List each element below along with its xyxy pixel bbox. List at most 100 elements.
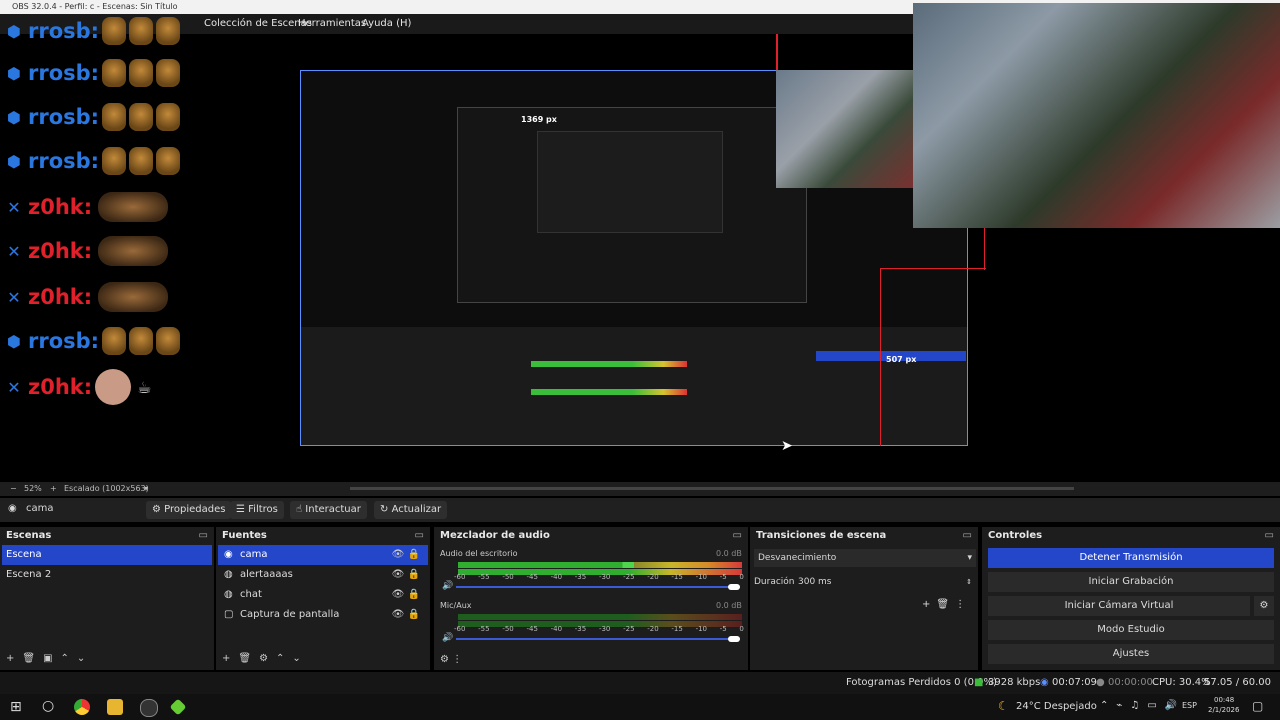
emote	[102, 17, 127, 45]
sources-footer-icons[interactable]: +🗑⚙⌃⌄	[222, 653, 309, 664]
transition-footer-icons[interactable]: +🗑⋮	[922, 599, 971, 610]
chrome-icon[interactable]	[74, 699, 90, 715]
sub-badge-icon: ⬢	[7, 107, 21, 127]
scale-label[interactable]: Escalado (1002x563)	[64, 482, 149, 496]
minus-icon[interactable]: −	[10, 482, 17, 496]
volume-meter	[458, 562, 742, 568]
scene-item[interactable]: Escena	[2, 545, 212, 565]
meter-scale: -60 -55 -50 -45 -40 -35 -30 -25 -20 -15 -10 -5 0	[454, 573, 744, 581]
source-item[interactable]: ◍ chat 👁 🔒	[218, 585, 428, 605]
visibility-lock-icons[interactable]: 👁 🔒	[392, 585, 420, 605]
spin-arrows-icon[interactable]: ⇕	[966, 573, 972, 591]
volume-slider[interactable]	[456, 638, 740, 640]
plus-icon[interactable]: +	[50, 482, 57, 496]
sources-title: Fuentes	[222, 530, 267, 541]
emote	[95, 369, 132, 405]
emote	[156, 17, 181, 45]
nested-preview-deep	[537, 131, 723, 233]
duration-spinbox[interactable]: 300 ms ⇕	[794, 573, 976, 591]
clock-time[interactable]: 00:48	[1214, 696, 1234, 704]
sword-badge-icon: ✕	[7, 197, 21, 217]
chat-username: rrosb:	[28, 329, 100, 353]
coffee-icon: ☕	[137, 377, 152, 397]
source-item[interactable]: ▢ Captura de pantalla 👁 🔒	[218, 605, 428, 625]
source-item[interactable]: ◍ alertaaaas 👁 🔒	[218, 565, 428, 585]
start-recording-button[interactable]: Iniciar Grabación	[988, 572, 1274, 592]
emote	[98, 192, 169, 222]
visibility-lock-icons[interactable]: 👁 🔒	[392, 545, 420, 565]
refresh-button[interactable]: ↻ Actualizar	[374, 501, 448, 519]
properties-button[interactable]: ⚙ Propiedades	[146, 501, 232, 519]
camera-feed-nested	[776, 70, 913, 188]
gear-icon[interactable]: ⚙	[1254, 596, 1274, 616]
volume-slider[interactable]	[456, 586, 740, 588]
scale-tick: -30	[598, 625, 611, 633]
language-indicator[interactable]: ESP	[1182, 701, 1197, 710]
speaker-icon[interactable]: 🔊	[442, 581, 453, 591]
settings-button[interactable]: Ajustes	[988, 644, 1274, 664]
scenes-title: Escenas	[6, 530, 52, 541]
dock-menu-icon[interactable]: ▭	[963, 527, 972, 544]
chat-line: ⬢ rrosb:	[4, 96, 181, 138]
emote	[156, 59, 181, 87]
tray-icons[interactable]: ⌃⌁♫▭🔊	[1100, 700, 1185, 711]
volume-slider-knob[interactable]	[728, 636, 740, 642]
menu-tools[interactable]: Herramientas	[298, 14, 366, 34]
scale-tick: -45	[526, 625, 538, 633]
guide-line	[880, 268, 881, 446]
scale-tick: -10	[695, 573, 707, 581]
scene-item[interactable]: Escena 2	[2, 565, 212, 585]
horizontal-scrollbar[interactable]	[350, 487, 1074, 490]
sources-header: Fuentes ▭	[216, 527, 430, 544]
emote	[102, 103, 127, 131]
sub-badge-icon: ⬢	[7, 151, 21, 171]
chat-line: ✕ z0hk:	[4, 230, 169, 272]
emote	[102, 327, 127, 355]
source-item[interactable]: ◉ cama 👁 🔒	[218, 545, 428, 565]
mouse-cursor-icon: ➤	[781, 438, 793, 454]
filters-button[interactable]: ☰ Filtros	[230, 501, 284, 519]
windows-start-icon[interactable]: ⊞	[10, 699, 22, 715]
chat-username: z0hk:	[28, 239, 93, 263]
transition-select[interactable]: Desvanecimiento ▾	[754, 549, 976, 567]
scenes-dock: Escenas ▭ Escena Escena 2 +🗑▣⌃⌄	[0, 527, 214, 670]
measure-label-right: 507 px	[886, 355, 917, 364]
dock-menu-icon[interactable]: ▭	[415, 527, 424, 544]
studio-mode-button[interactable]: Modo Estudio	[988, 620, 1274, 640]
stop-stream-button[interactable]: Detener Transmisión	[988, 548, 1274, 568]
dock-menu-icon[interactable]: ▭	[733, 527, 742, 544]
chevron-down-icon: ▾	[967, 553, 972, 563]
preview-zoom-bar: − 52% + Escalado (1002x563) ▾	[0, 482, 1280, 496]
obs-icon[interactable]	[140, 699, 158, 717]
refresh-label: Actualizar	[391, 504, 442, 515]
app-icon[interactable]	[169, 698, 187, 716]
dock-menu-icon[interactable]: ▭	[199, 527, 208, 544]
notification-icon[interactable]: ▢	[1252, 699, 1263, 713]
channel-name: Mic/Aux	[440, 601, 472, 610]
dock-menu-icon[interactable]: ▭	[1265, 527, 1274, 544]
visibility-lock-icons[interactable]: 👁 🔒	[392, 605, 420, 625]
menu-help[interactable]: Ayuda (H)	[362, 14, 411, 34]
volume-slider-knob[interactable]	[728, 584, 740, 590]
interact-button[interactable]: ☝ Interactuar	[290, 501, 367, 519]
speaker-icon[interactable]: 🔊	[442, 633, 453, 643]
search-icon[interactable]: ○	[42, 698, 54, 714]
zoom-level: 52%	[24, 484, 42, 493]
scenes-footer-icons[interactable]: +🗑▣⌃⌄	[6, 653, 93, 664]
meter-scale: -60 -55 -50 -45 -40 -35 -30 -25 -20 -15 -10 -5 0	[454, 625, 744, 633]
emote	[129, 103, 154, 131]
scale-tick: 0	[739, 625, 744, 633]
menu-scene-collection[interactable]: Colección de Escenas	[204, 14, 312, 34]
cpu-usage: CPU: 30.4%	[1152, 677, 1211, 688]
emote	[129, 17, 154, 45]
visibility-lock-icons[interactable]: 👁 🔒	[392, 565, 420, 585]
mixer-footer-icons[interactable]: ⚙ ⋮	[440, 654, 462, 665]
file-explorer-icon[interactable]	[107, 699, 123, 715]
clock-date[interactable]: 2/1/2026	[1208, 706, 1239, 714]
scale-tick: -25	[623, 625, 635, 633]
weather-moon-icon: ☾	[998, 699, 1009, 713]
start-virtualcam-button[interactable]: Iniciar Cámara Virtual	[988, 596, 1250, 616]
dropdown-icon[interactable]: ▾	[144, 482, 148, 496]
emote	[102, 147, 127, 175]
chat-line: ⬢ rrosb:	[4, 52, 181, 94]
